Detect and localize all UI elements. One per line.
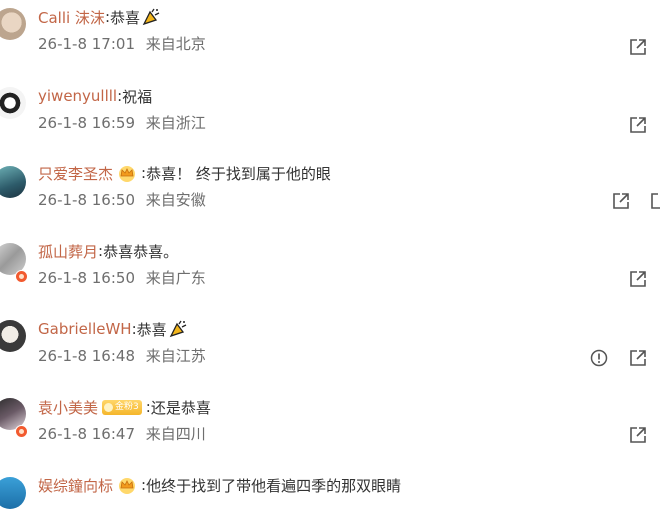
username[interactable]: 孤山葬月 [38,241,98,262]
comment-text: 祝福 [122,87,153,106]
username[interactable]: Calli 沫沫 [38,7,105,28]
location: 来自四川 [145,425,206,443]
comment-item: yiwenyullll : 祝福 26-1-8 16:59 来自浙江 [0,85,660,163]
username[interactable]: GabrielleWH [38,320,132,338]
share-icon[interactable] [629,38,647,56]
comment-item: 孤山葬月 : 恭喜恭喜。 26-1-8 16:50 来自广东 [0,240,660,318]
location: 来自北京 [145,35,206,53]
comment-text: 恭喜！ 终于找到属于他的眼 [146,164,331,183]
crown-icon [119,166,136,182]
comment-item: 袁小美美 金粉3 : 还是恭喜 26-1-8 16:47 来自四川 [0,396,660,474]
comment-item: 只爱李圣杰 : 恭喜！ 终于找到属于他的眼 26-1-8 16:50 来自安徽 [0,162,660,240]
comment-text: 他终于找到了带他看遍四季的那双眼睛 [146,476,402,495]
share-icon[interactable] [612,192,630,210]
avatar[interactable] [0,166,26,198]
timestamp: 26-1-8 16:50 [38,191,135,209]
comment-item: Calli 沫沫 : 恭喜 26-1-8 17:01 来自北京 [0,6,660,84]
timestamp: 26-1-8 17:01 [38,35,135,53]
share-icon[interactable] [629,349,647,367]
comment-meta: 26-1-8 16:59 来自浙江 [38,112,206,133]
avatar[interactable] [0,87,26,119]
username[interactable]: 只爱李圣杰 [38,163,113,184]
comment-item: GabrielleWH : 恭喜 26-1-8 16:48 来自江苏 [0,318,660,396]
comment-text: 还是恭喜 [150,398,211,417]
comment-meta: 26-1-8 16:50 来自广东 [38,267,206,288]
location: 来自安徽 [145,191,206,209]
share-icon[interactable] [629,116,647,134]
crown-icon [119,478,136,494]
comment-meta: 26-1-8 16:48 来自江苏 [38,345,206,366]
username[interactable]: 娱综鐘向标 [38,475,113,496]
timestamp: 26-1-8 16:59 [38,114,135,132]
avatar[interactable] [0,320,26,352]
fan-level-label: 金粉3 [115,401,139,412]
location: 来自江苏 [145,347,206,365]
username[interactable]: yiwenyullll [38,87,117,105]
timestamp: 26-1-8 16:47 [38,425,135,443]
comment-text: 恭喜恭喜。 [103,242,179,261]
party-popper-icon [169,320,186,338]
location: 来自广东 [145,269,206,287]
avatar[interactable] [0,477,26,509]
comment-meta: 26-1-8 17:01 来自北京 [38,33,206,54]
timestamp: 26-1-8 16:48 [38,347,135,365]
location: 来自浙江 [145,114,206,132]
avatar[interactable] [0,8,26,40]
report-icon[interactable] [590,349,608,367]
share-icon[interactable] [629,270,647,288]
comment-item: 娱综鐘向标 : 他终于找到了带他看遍四季的那双眼睛 [0,474,660,509]
comment-meta: 26-1-8 16:47 来自四川 [38,423,206,444]
party-popper-icon [142,8,160,26]
fan-level-badge: 金粉3 [102,399,142,415]
username[interactable]: 袁小美美 [38,397,98,418]
comment-meta: 26-1-8 16:50 来自安徽 [38,189,206,210]
timestamp: 26-1-8 16:50 [38,269,135,287]
verified-badge [15,425,28,438]
share-icon[interactable] [629,426,647,444]
verified-badge [15,270,28,283]
comment-text: 恭喜 [110,8,141,27]
share-icon[interactable] [650,192,660,210]
comment-text: 恭喜 [136,320,167,339]
